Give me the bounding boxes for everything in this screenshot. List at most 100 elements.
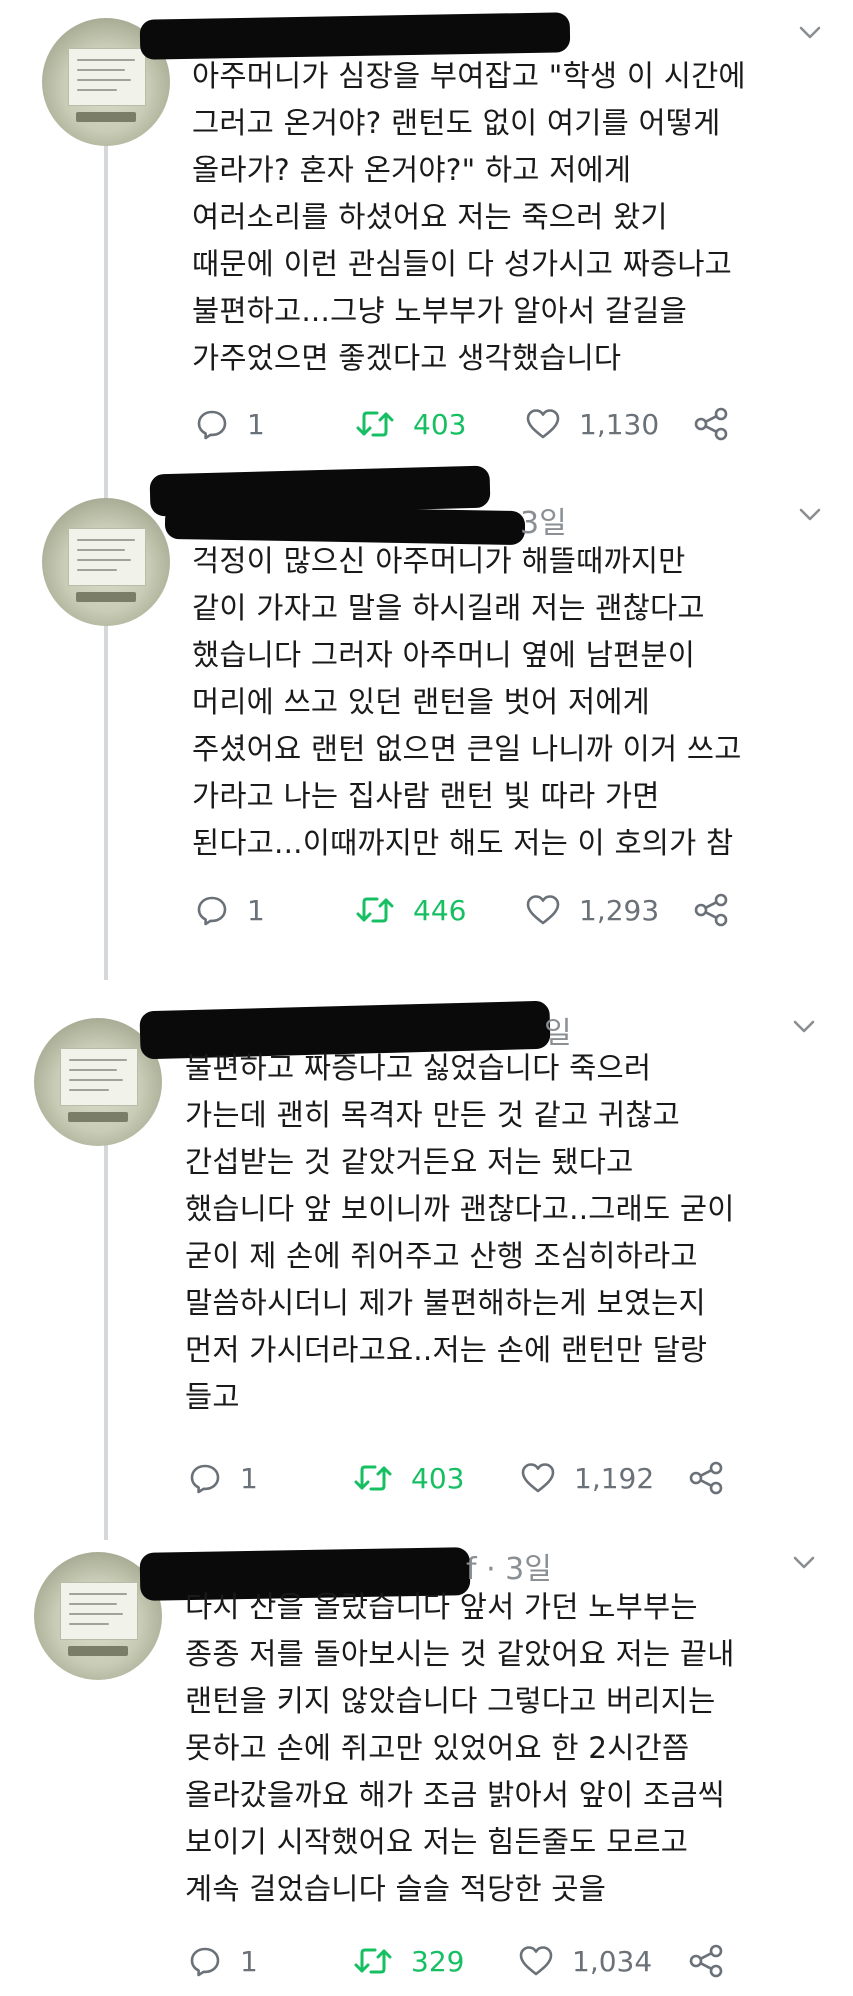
heart-icon: [521, 1463, 555, 1493]
tweet-text-line: 불편하고...그냥 노부부가 알아서 갈길을: [192, 294, 687, 328]
tweet-actions: 1 403 1,192: [188, 1458, 853, 1498]
tweet-text-line: 가는데 괜히 목격자 만든 것 같고 귀찮고: [185, 1098, 680, 1132]
tweet-meta: 3일: [520, 506, 567, 541]
tweet-actions: 1 446 1,293: [195, 890, 853, 930]
tweet-text-line: 올라갔을까요 해가 조금 밝아서 앞이 조금씩: [185, 1778, 726, 1812]
avatar-image: [68, 48, 146, 106]
chevron-down-icon: [793, 1556, 815, 1569]
tweet-text-line: 들고: [185, 1380, 240, 1414]
chevron-down-icon: [799, 26, 821, 39]
retweet-count: 329: [411, 1944, 465, 1978]
avatar-image: [60, 1048, 138, 1106]
tweet-actions: 1 403 1,130: [195, 404, 853, 444]
chevron-down-icon: [793, 1020, 815, 1033]
avatar-image: [60, 1582, 138, 1640]
reply-icon: [197, 896, 227, 926]
retweet-count: 403: [413, 407, 467, 441]
tweet-text: 불편하고 짜증나고 싫었습니다 죽으러 가는데 괜히 목격자 만든 것 같고 귀…: [185, 1045, 735, 1421]
tweet-text-line: 보이기 시작했어요 저는 힘든줄도 모르고: [185, 1825, 689, 1859]
heart-icon: [519, 1946, 553, 1976]
tweet-menu-chevron[interactable]: [790, 1548, 818, 1576]
tweet-text-line: 굳이 제 손에 쥐어주고 산행 조심히하라고: [185, 1239, 698, 1273]
avatar[interactable]: [42, 498, 170, 626]
tweet-text-line: 그러고 온거야? 랜턴도 없이 여기를 어떻게: [192, 106, 721, 140]
tweet-actions: 1 329 1,034: [188, 1941, 853, 1981]
retweet-icon: [354, 1465, 392, 1491]
heart-icon: [526, 895, 560, 925]
tweet-text-line: 걱정이 많으신 아주머니가 해뜰때까지만: [192, 544, 686, 578]
retweet-button[interactable]: 329: [353, 1941, 464, 1981]
reply-icon: [197, 410, 227, 440]
retweet-count: 403: [411, 1461, 465, 1495]
share-button[interactable]: [688, 1941, 724, 1981]
tweet-text: 걱정이 많으신 아주머니가 해뜰때까지만 같이 가자고 말을 하시길래 저는 괜…: [192, 538, 742, 867]
retweet-icon: [356, 897, 394, 923]
reply-icon: [190, 1464, 220, 1494]
like-count: 1,293: [579, 893, 660, 927]
tweet-text-line: 했습니다 앞 보이니까 괜찮다고..그래도 굳이: [185, 1192, 735, 1226]
tweet-text-line: 아주머니가 심장을 부여잡고 "학생 이 시간에: [192, 59, 746, 93]
tweet-text-line: 불편하고 짜증나고 싫었습니다 죽으러: [185, 1051, 652, 1085]
share-icon: [694, 893, 728, 927]
reply-icon: [190, 1947, 220, 1977]
reply-count: 1: [240, 1944, 258, 1978]
tweet-text-line: 계속 걸었습니다 슬슬 적당한 곳을: [185, 1872, 607, 1906]
tweet-text-line: 같이 가자고 말을 하시길래 저는 괜찮다고: [192, 591, 705, 625]
share-button[interactable]: [693, 404, 729, 444]
tweet-meta: f · 3일: [466, 1552, 552, 1587]
reply-button[interactable]: 1: [188, 1941, 258, 1981]
tweet-text-line: 간섭받는 것 같았거든요 저는 됐다고: [185, 1145, 634, 1179]
reply-count: 1: [240, 1461, 258, 1495]
share-button[interactable]: [693, 890, 729, 930]
tweet-text: 다시 산을 올랐습니다 앞서 가던 노부부는 종종 저를 돌아보시는 것 같았어…: [185, 1584, 735, 1913]
reply-button[interactable]: 1: [195, 890, 265, 930]
tweet-menu-chevron[interactable]: [796, 18, 824, 46]
retweet-button[interactable]: 403: [353, 1458, 464, 1498]
tweet-text-line: 주셨어요 랜턴 없으면 큰일 나니까 이거 쓰고: [192, 732, 742, 766]
tweet-3: 일 불편하고 짜증나고 싫었습니다 죽으러 가는데 괜히 목격자 만든 것 같고…: [0, 990, 853, 1530]
tweet-text-line: 가주었으면 좋겠다고 생각했습니다: [192, 341, 622, 375]
like-button[interactable]: 1,034: [518, 1941, 652, 1981]
share-button[interactable]: [688, 1458, 724, 1498]
like-button[interactable]: 1,293: [525, 890, 659, 930]
tweet-text-line: 못하고 손에 쥐고만 있었어요 한 2시간쯤: [185, 1731, 690, 1765]
tweet-text-line: 다시 산을 올랐습니다 앞서 가던 노부부는: [185, 1590, 698, 1624]
retweet-button[interactable]: 403: [355, 404, 466, 444]
retweet-button[interactable]: 446: [355, 890, 466, 930]
tweet-4: f · 3일 다시 산을 올랐습니다 앞서 가던 노부부는 종종 저를 돌아보시…: [0, 1530, 853, 1996]
share-icon: [689, 1461, 723, 1495]
like-button[interactable]: 1,192: [520, 1458, 654, 1498]
tweet-menu-chevron[interactable]: [790, 1012, 818, 1040]
tweet-2: 3일 걱정이 많으신 아주머니가 해뜰때까지만 같이 가자고 말을 하시길래 저…: [0, 465, 853, 950]
reply-button[interactable]: 1: [195, 404, 265, 444]
tweet-text-line: 랜턴을 키지 않았습니다 그렇다고 버리지는: [185, 1684, 716, 1718]
heart-icon: [526, 409, 560, 439]
tweet-text-line: 머리에 쓰고 있던 랜턴을 벗어 저에게: [192, 685, 650, 719]
retweet-icon: [356, 411, 394, 437]
tweet-text: 아주머니가 심장을 부여잡고 "학생 이 시간에 그러고 온거야? 랜턴도 없이…: [192, 53, 746, 382]
tweet-text-line: 먼저 가시더라고요..저는 손에 랜턴만 달랑: [185, 1333, 708, 1367]
tweet-menu-chevron[interactable]: [796, 500, 824, 528]
retweet-icon: [354, 1948, 392, 1974]
tweet-text-line: 말씀하시더니 제가 불편해하는게 보였는지: [185, 1286, 706, 1320]
tweet-text-line: 올라가? 혼자 온거야?" 하고 저에게: [192, 153, 632, 187]
share-icon: [689, 1944, 723, 1978]
like-count: 1,034: [572, 1944, 653, 1978]
like-count: 1,192: [574, 1461, 655, 1495]
share-icon: [694, 407, 728, 441]
tweet-text-line: 때문에 이런 관심들이 다 성가시고 짜증나고: [192, 247, 733, 281]
tweet-text-line: 여러소리를 하셨어요 저는 죽으러 왔기: [192, 200, 668, 234]
reply-button[interactable]: 1: [188, 1458, 258, 1498]
tweet-text-line: 된다고...이때까지만 해도 저는 이 호의가 참: [192, 826, 734, 860]
retweet-count: 446: [413, 893, 467, 927]
like-count: 1,130: [579, 407, 660, 441]
reply-count: 1: [247, 893, 265, 927]
chevron-down-icon: [799, 508, 821, 521]
avatar-image: [68, 528, 146, 586]
tweet-text-line: 가라고 나는 집사람 랜턴 빛 따라 가면: [192, 779, 660, 813]
tweet-thread: 아주머니가 심장을 부여잡고 "학생 이 시간에 그러고 온거야? 랜턴도 없이…: [0, 0, 853, 1996]
tweet-1: 아주머니가 심장을 부여잡고 "학생 이 시간에 그러고 온거야? 랜턴도 없이…: [0, 0, 853, 470]
tweet-text-line: 했습니다 그러자 아주머니 옆에 남편분이: [192, 638, 696, 672]
tweet-text-line: 종종 저를 돌아보시는 것 같았어요 저는 끝내: [185, 1637, 735, 1671]
like-button[interactable]: 1,130: [525, 404, 659, 444]
